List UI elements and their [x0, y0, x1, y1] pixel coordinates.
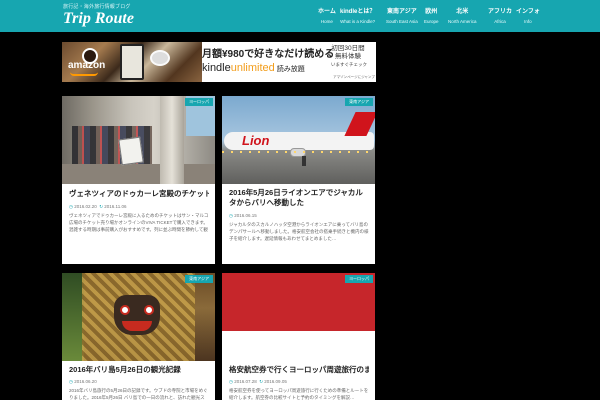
nav-item-home[interactable]: ホーム Home — [318, 8, 336, 24]
nav-item-label: kindleとは？ — [340, 9, 376, 15]
banner-note: アマゾンページにジャンプ — [333, 75, 375, 79]
article-title[interactable]: 格安航空券で行くヨーロッパ周遊旅行のまとめ — [229, 365, 369, 376]
article-excerpt: 格安航空券を使ってヨーロッパ周遊旅行に行くための準備とルートを紹介します。航空券… — [229, 388, 369, 400]
article-thumbnail[interactable] — [62, 96, 215, 184]
thumbnail-foliage — [62, 273, 84, 361]
nav-item-sublabel: Africa — [494, 19, 506, 24]
nav-item-sublabel: North America — [448, 19, 477, 24]
article-card[interactable]: ヨーロッパ ヴェネツィアのドゥカーレ宮殿のチケット購入方法 ◷ 2016.02.… — [62, 96, 215, 264]
thumbnail-landing-gear — [302, 156, 306, 166]
refresh-icon: ↻ — [259, 379, 264, 384]
article-date: 2016.06.20 — [74, 379, 97, 384]
category-badge[interactable]: ヨーロッパ — [345, 275, 373, 283]
amazon-logo: amazon — [68, 60, 106, 71]
site-title[interactable]: Trip Route — [63, 10, 134, 28]
site-header: 旅行記・海外旅行情報ブログ Trip Route ホーム Home kindle… — [0, 0, 600, 32]
amazon-smile-icon — [70, 72, 98, 76]
article-updated: 2016.09.05 — [264, 379, 287, 384]
nav-item-info[interactable]: インフォ Info — [516, 8, 540, 24]
thumbnail-airline-logo: Lion — [242, 133, 270, 148]
clock-icon: ◷ — [229, 379, 233, 384]
thumbnail-white-area — [222, 331, 375, 361]
nav-item-north-america[interactable]: 北米 North America — [448, 8, 477, 24]
nav-item-south-east-asia[interactable]: 東南アジア South East Asia — [386, 8, 418, 24]
kindle-word: kindle — [202, 62, 231, 74]
kindle-device-icon — [120, 44, 144, 80]
thumbnail-runway-lights — [222, 151, 375, 153]
refresh-icon: ↻ — [99, 204, 104, 209]
category-badge[interactable]: 東南アジア — [345, 98, 373, 106]
thumbnail-statue-eye — [144, 305, 154, 315]
thumbnail-statue-eye — [120, 305, 130, 315]
category-badge[interactable]: ヨーロッパ — [185, 98, 213, 106]
nav-item-label: 北米 — [456, 9, 469, 15]
article-excerpt: ヴェネツィアでドゥカーレ宮殿に入るためのチケットはサン・マルコ広場のチケット売り… — [69, 213, 209, 232]
article-meta: ◷ 2016.06.15 — [229, 213, 257, 219]
article-title[interactable]: ヴェネツィアのドゥカーレ宮殿のチケット購入方法 — [69, 189, 209, 201]
nav-item-sublabel: What is a Kindle? — [340, 19, 376, 24]
article-excerpt: 2016年バリ島旅行の5月26日の記録です。ウブドの寺院と市場をめぐりました。2… — [69, 388, 208, 400]
article-title[interactable]: 2016年バリ島5月26日の観光記録 — [69, 365, 209, 376]
nav-item-sublabel: Info — [524, 19, 532, 24]
article-date: 2016.07.28 — [234, 379, 257, 384]
kindle-unlimited-banner[interactable]: amazon 月額¥980で好きなだけ読める kindleunlimited 読み… — [62, 42, 376, 82]
unlimited-word: unlimited — [230, 62, 275, 74]
free-trial-line1: 初回30日間 — [331, 45, 365, 52]
article-excerpt: ジャカルタのスカルノハッタ空港からライオンエアに乗ってバリ島のデンパサールへ移動… — [229, 222, 369, 241]
banner-headline: 月額¥980で好きなだけ読める — [202, 49, 335, 60]
plate-icon — [150, 50, 170, 66]
thumbnail-sign — [118, 136, 144, 166]
nav-item-sublabel: Home — [320, 19, 333, 24]
free-trial-label: 初回30日間 無料体験 — [322, 45, 374, 61]
article-meta: ◷ 2016.06.20 — [69, 379, 97, 385]
nav-item-kindle[interactable]: kindleとは？ What is a Kindle? — [340, 8, 375, 24]
article-updated: 2016.11.06 — [104, 204, 127, 209]
main-nav: ホーム Home kindleとは？ What is a Kindle? 東南ア… — [310, 8, 540, 28]
nav-item-europe[interactable]: 欧州 Europe — [424, 8, 439, 24]
article-card[interactable]: ヨーロッパ 格安航空券で行くヨーロッパ周遊旅行のまとめ ◷ 2016.07.28… — [222, 273, 375, 400]
site-tagline: 旅行記・海外旅行情報ブログ — [63, 4, 131, 10]
article-meta: ◷ 2016.02.20 ↻ 2016.11.06 — [69, 204, 127, 210]
yomihoudai-label: 読み放題 — [276, 66, 305, 73]
clock-icon: ◷ — [229, 213, 233, 218]
free-trial-line2: 無料体験 — [335, 53, 361, 60]
article-thumbnail[interactable]: Lion — [222, 96, 375, 184]
nav-item-sublabel: Europe — [424, 19, 439, 24]
nav-item-sublabel: South East Asia — [386, 19, 418, 24]
nav-item-africa[interactable]: アフリカ Africa — [488, 8, 512, 24]
kindle-unlimited-logo: kindleunlimited 読み放題 — [202, 62, 305, 74]
nav-item-label: 東南アジア — [387, 9, 417, 15]
clock-icon: ◷ — [69, 204, 73, 209]
category-badge[interactable]: 東南アジア — [185, 275, 213, 283]
article-card[interactable]: 東南アジア 2016年バリ島5月26日の観光記録 ◷ 2016.06.20 20… — [62, 273, 215, 400]
article-thumbnail[interactable] — [62, 273, 215, 361]
article-date: 2016.02.20 — [74, 204, 97, 209]
nav-item-label: ホーム — [318, 9, 336, 15]
nav-item-label: アフリカ — [488, 9, 513, 15]
thumbnail-column — [160, 96, 184, 184]
banner-cta[interactable]: いますぐチェック — [324, 62, 374, 68]
thumbnail-floor — [62, 164, 215, 184]
article-date: 2016.06.15 — [234, 213, 257, 218]
article-thumbnail[interactable] — [222, 273, 375, 361]
clock-icon: ◷ — [69, 379, 73, 384]
article-card[interactable]: Lion 東南アジア 2016年5月26日ライオンエアでジャカルタからバリへ移動… — [222, 96, 375, 264]
nav-item-label: 欧州 — [425, 9, 438, 15]
article-meta: ◷ 2016.07.28 ↻ 2016.09.05 — [229, 379, 287, 385]
nav-item-label: インフォ — [516, 9, 540, 15]
article-title[interactable]: 2016年5月26日ライオンエアでジャカルタからバリへ移動した — [229, 188, 369, 208]
